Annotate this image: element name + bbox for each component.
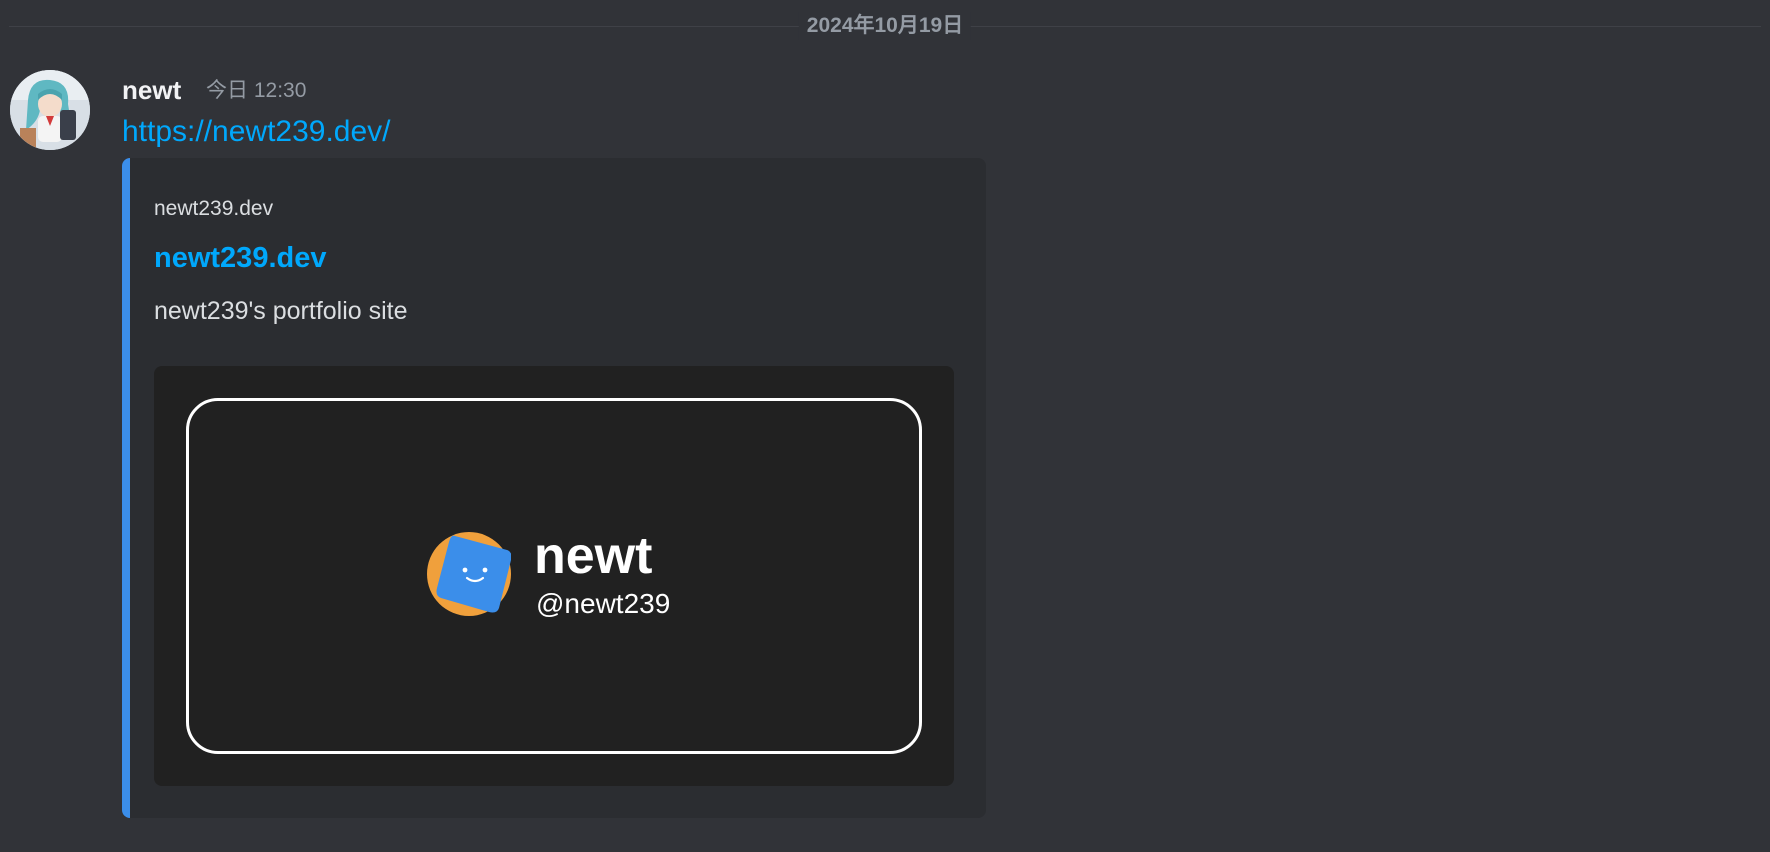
embed-accent-bar — [122, 158, 130, 818]
link-embed: newt239.dev newt239.dev newt239's portfo… — [122, 158, 986, 818]
embed-title[interactable]: newt239.dev — [154, 238, 326, 278]
embed-provider[interactable]: newt239.dev — [154, 194, 273, 224]
message-username[interactable]: newt — [122, 72, 181, 108]
profile-card-name: newt — [534, 527, 653, 585]
embed-description: newt239's portfolio site — [154, 297, 408, 325]
avatar[interactable] — [10, 70, 90, 150]
chat-view: 2024年10月19日 newt 今日 12:30 https://newt23… — [0, 0, 1770, 852]
message-timestamp: 今日 12:30 — [206, 79, 307, 102]
message-link[interactable]: https://newt239.dev/ — [122, 112, 391, 152]
profile-card: newt @newt239 — [186, 398, 922, 754]
smiley-face-logo-icon — [427, 532, 511, 616]
date-divider-label: 2024年10月19日 — [798, 12, 972, 40]
profile-card-handle: @newt239 — [536, 588, 671, 619]
anime-character-avatar-icon — [10, 70, 90, 150]
embed-image[interactable]: newt @newt239 — [154, 366, 954, 786]
